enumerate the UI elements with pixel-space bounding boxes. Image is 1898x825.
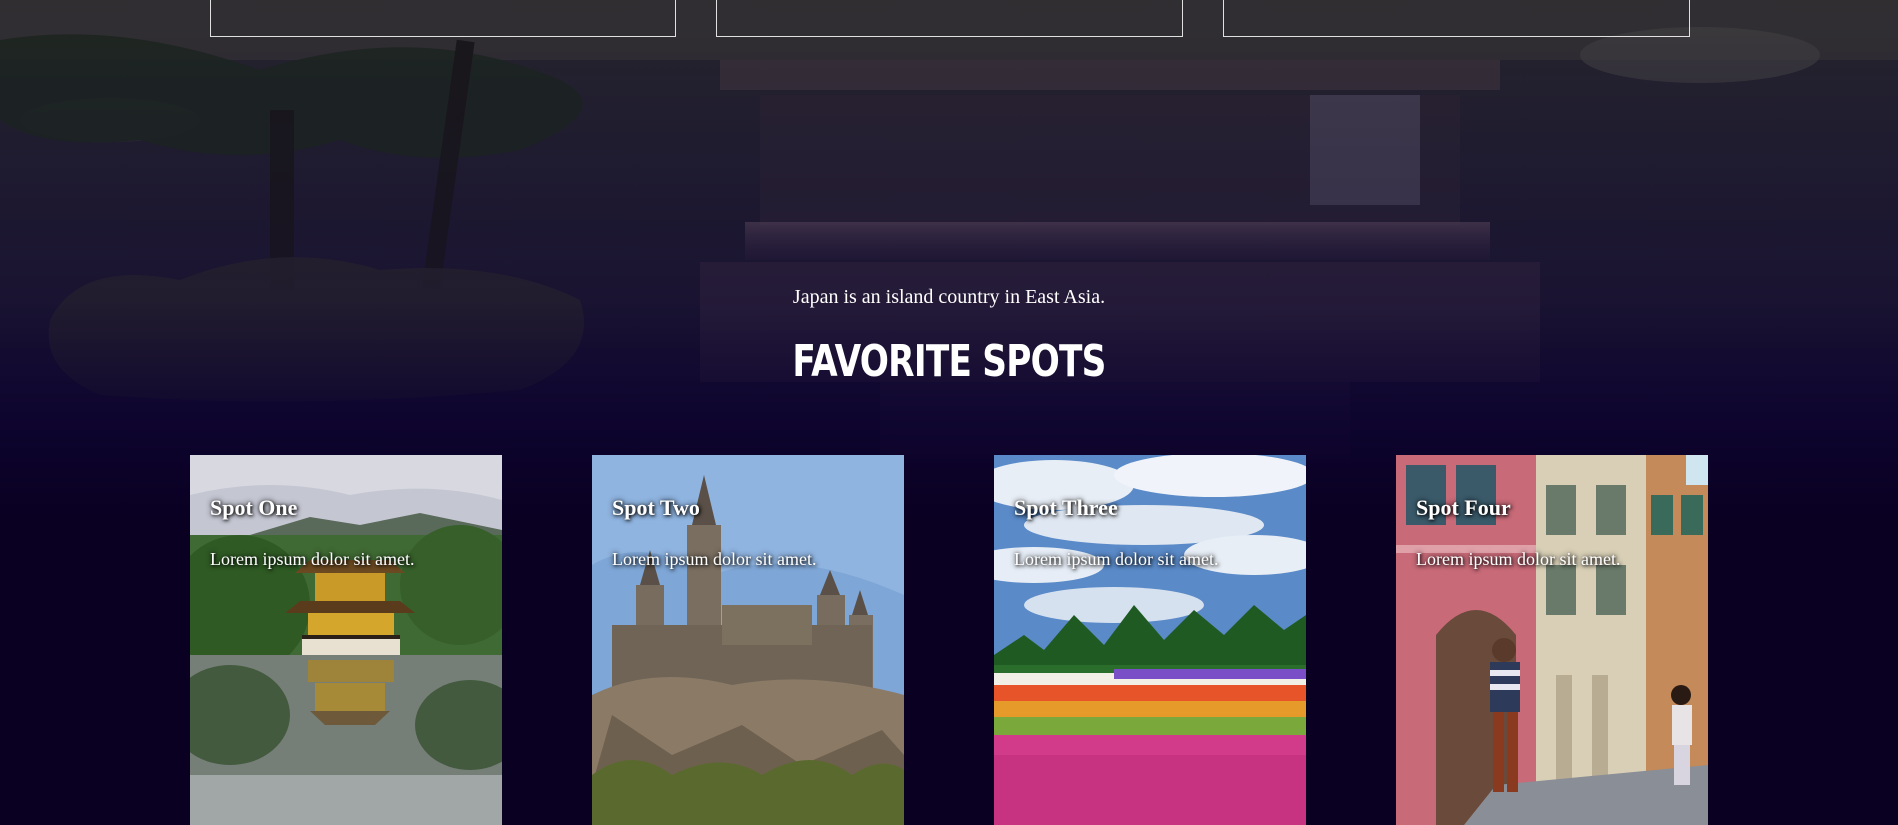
spot-card-title: Spot One (210, 495, 298, 520)
spot-card-three[interactable]: Spot Three Lorem ipsum dolor sit amet. (994, 455, 1306, 825)
spot-card-one[interactable]: Spot One Lorem ipsum dolor sit amet. (190, 455, 502, 825)
spot-card-text: Lorem ipsum dolor sit amet. (210, 549, 415, 569)
spot-card-title: Spot Four (1416, 495, 1511, 520)
top-nav-box-3[interactable] (1223, 0, 1690, 37)
spot-card-four[interactable]: Spot Four Lorem ipsum dolor sit amet. (1396, 455, 1708, 825)
spot-card-text: Lorem ipsum dolor sit amet. (1014, 549, 1219, 569)
top-nav-box-1[interactable] (210, 0, 676, 37)
spot-card-text: Lorem ipsum dolor sit amet. (612, 549, 817, 569)
top-nav-box-2[interactable] (716, 0, 1183, 37)
spot-card-title: Spot Three (1014, 495, 1118, 520)
page: Japan is an island country in East Asia.… (0, 0, 1898, 825)
spot-card-two[interactable]: Spot Two Lorem ipsum dolor sit amet. (592, 455, 904, 825)
section-title: FAVORITE SPOTS (792, 336, 1106, 387)
spot-card-title: Spot Two (612, 495, 700, 520)
intro-text: Japan is an island country in East Asia. (792, 286, 1106, 308)
spot-card-text: Lorem ipsum dolor sit amet. (1416, 549, 1621, 569)
